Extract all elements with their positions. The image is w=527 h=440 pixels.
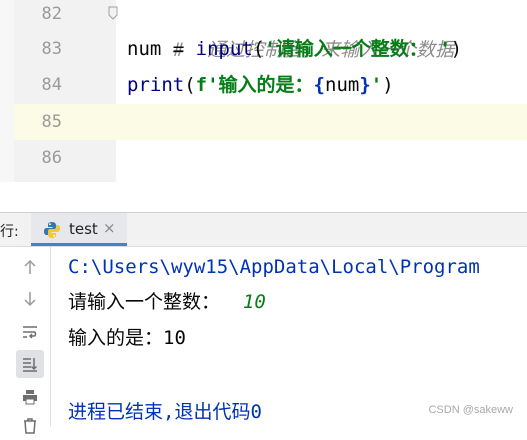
soft-wrap-icon[interactable] bbox=[16, 318, 44, 346]
code-function: input bbox=[195, 38, 253, 60]
console-result: 输入的是：10 bbox=[68, 327, 186, 349]
code-paren-close: ) bbox=[450, 38, 463, 60]
code-editor[interactable]: 82 83 84 85 86 # 通过控制台，来输入一个数据 num = inp… bbox=[0, 0, 527, 182]
code-line-83[interactable]: num = input('请输入一个整数： ') bbox=[127, 31, 462, 67]
line-number: 86 bbox=[41, 148, 62, 168]
console-user-input: 10 bbox=[242, 291, 266, 313]
console-command-path[interactable]: C:\Users\wyw15\AppData\Local\Program bbox=[68, 253, 480, 281]
print-icon[interactable] bbox=[16, 383, 44, 411]
current-line-highlight bbox=[14, 104, 527, 140]
console-exit-message: 进程已结束,退出代码0 bbox=[68, 401, 262, 423]
code-variable: num bbox=[127, 38, 162, 60]
trash-icon[interactable] bbox=[16, 412, 44, 440]
code-paren-close: ) bbox=[382, 74, 394, 96]
tab-label: test bbox=[69, 220, 98, 238]
arrow-up-icon[interactable] bbox=[16, 253, 44, 281]
editor-left-strip bbox=[0, 0, 14, 182]
code-string: '请输入一个整数： ' bbox=[264, 38, 451, 60]
run-label: 行: bbox=[0, 224, 19, 240]
code-paren-open: ( bbox=[252, 38, 265, 60]
fold-marker-icon[interactable] bbox=[108, 6, 118, 20]
code-string-end: ' bbox=[370, 74, 383, 96]
run-toolbar: 行: test × bbox=[0, 213, 527, 247]
console-output[interactable]: C:\Users\wyw15\AppData\Local\Program 请输入… bbox=[51, 247, 527, 426]
editor-empty-area[interactable] bbox=[0, 182, 527, 212]
watermark: CSDN @sakeww bbox=[428, 404, 513, 416]
line-number: 82 bbox=[41, 4, 62, 24]
code-line-84[interactable]: print(f'输入的是：{num}') bbox=[127, 67, 394, 103]
code-function: print bbox=[127, 74, 185, 96]
line-number: 85 bbox=[41, 112, 62, 132]
code-variable: num bbox=[325, 74, 360, 96]
python-icon bbox=[44, 222, 60, 238]
line-number: 83 bbox=[41, 39, 62, 59]
arrow-down-icon[interactable] bbox=[16, 285, 44, 313]
code-fstring: f'输入的是： bbox=[195, 74, 314, 96]
code-operator: = bbox=[161, 38, 196, 60]
console-prompt-line: 请输入一个整数： 10 bbox=[68, 288, 266, 316]
close-icon[interactable]: × bbox=[103, 219, 116, 237]
code-line-82[interactable]: # 通过控制台，来输入一个数据 bbox=[127, 0, 454, 61]
code-brace-close: } bbox=[359, 74, 371, 96]
scroll-to-end-icon[interactable] bbox=[16, 350, 44, 378]
line-number: 84 bbox=[41, 75, 62, 95]
code-brace-open: { bbox=[313, 74, 325, 96]
tab-test[interactable]: test × bbox=[31, 213, 127, 246]
console-prompt: 请输入一个整数： bbox=[68, 291, 243, 313]
code-paren-open: ( bbox=[184, 74, 196, 96]
